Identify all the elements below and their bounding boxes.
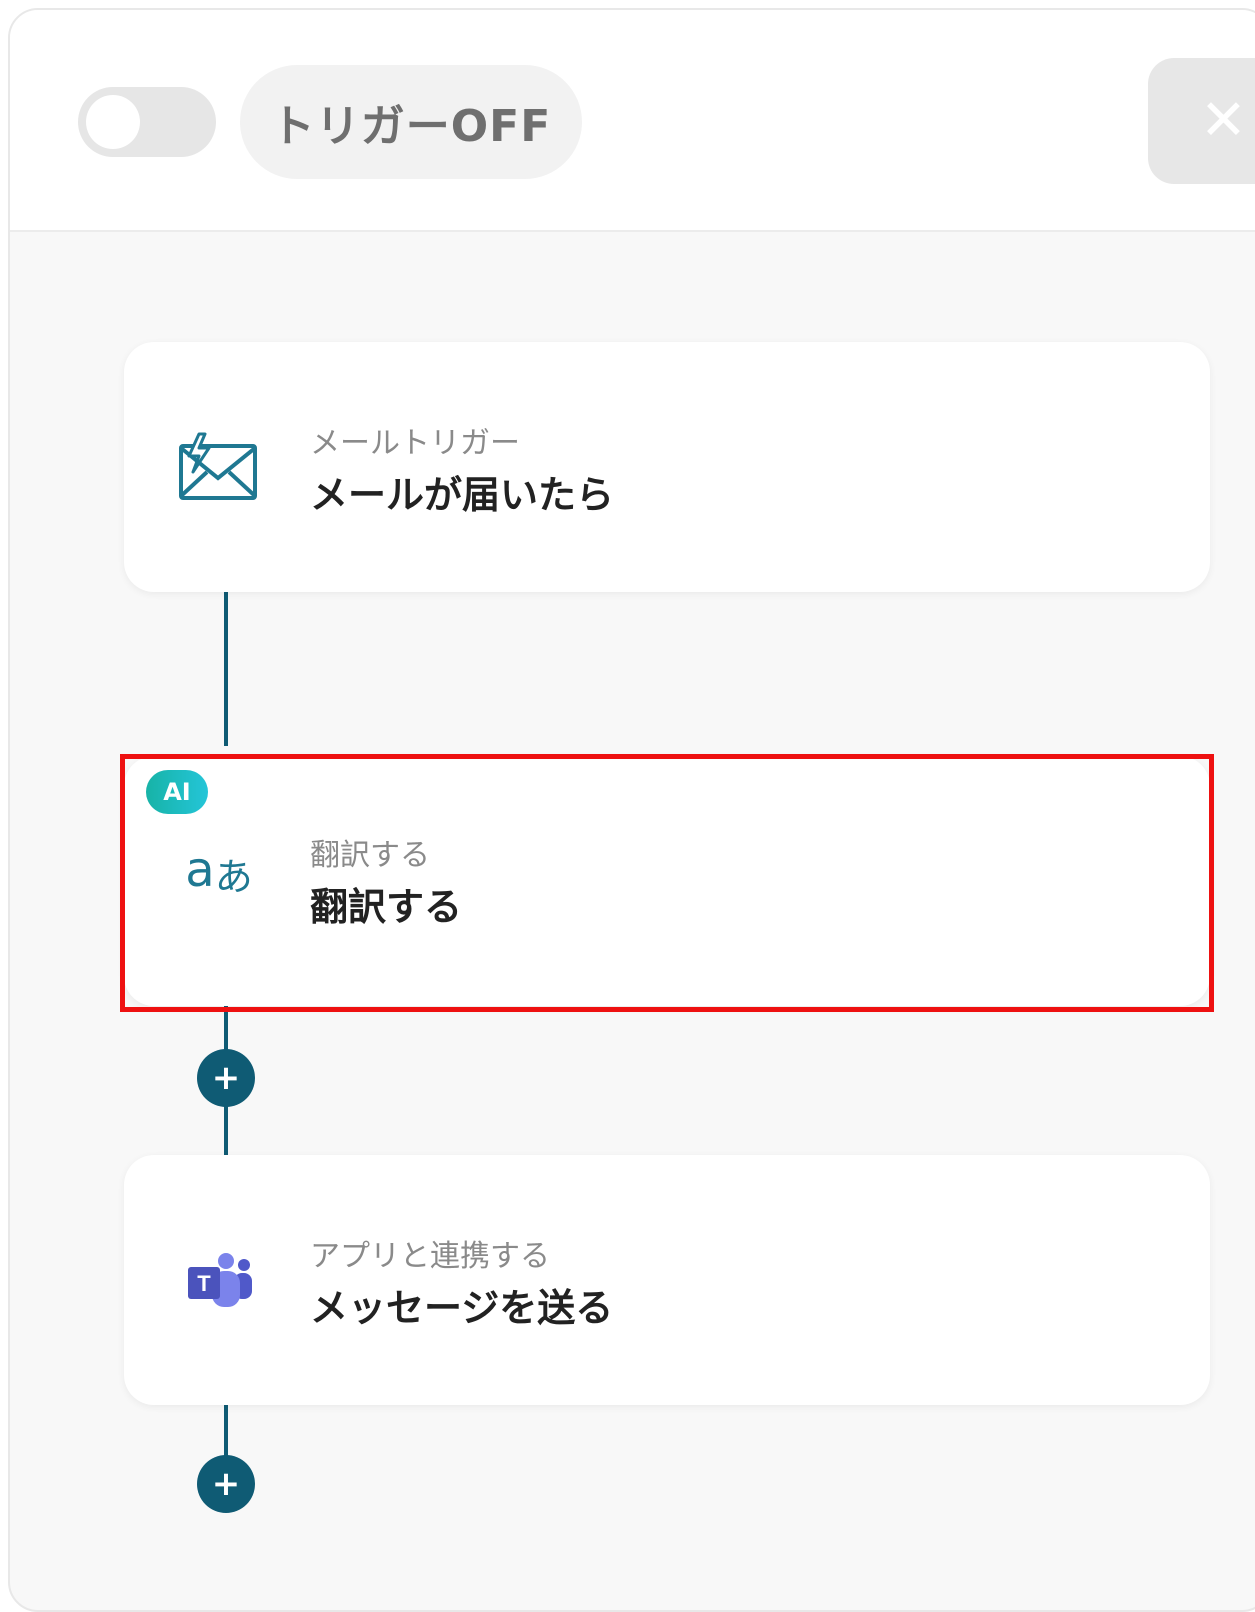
trigger-toggle[interactable] (78, 87, 216, 157)
step-label: 翻訳する (310, 838, 430, 873)
ai-badge: AI (146, 770, 208, 814)
add-step-button[interactable]: + (197, 1049, 255, 1107)
microsoft-teams-icon: T (174, 1243, 264, 1319)
svg-text:T: T (197, 1271, 211, 1296)
flow-step-send-message[interactable]: T アプリと連携する メッセージを送る (124, 1155, 1210, 1405)
step-title: メッセージを送る (310, 1286, 614, 1330)
plus-icon: + (211, 1464, 241, 1504)
flow-step-mail-trigger[interactable]: メールトリガー メールが届いたら (124, 342, 1210, 592)
trigger-status-badge: トリガーOFF (240, 65, 582, 179)
step-label: メールトリガー (310, 426, 520, 461)
add-step-button[interactable]: + (197, 1455, 255, 1513)
step-title: メールが届いたら (310, 473, 615, 517)
flow-connector (224, 592, 228, 746)
plus-icon: + (211, 1058, 241, 1098)
step-label: アプリと連携する (310, 1239, 550, 1274)
flow-editor-frame: トリガーOFF ✕ メールトリガー メールが届いたら AI aあ 翻訳する 翻訳… (8, 8, 1255, 1612)
translate-icon: aあ (185, 842, 253, 899)
close-icon: ✕ (1200, 88, 1247, 153)
flow-step-translate[interactable]: AI aあ 翻訳する 翻訳する (124, 756, 1210, 1006)
mail-trigger-icon (174, 430, 264, 506)
trigger-status-text: トリガーOFF (270, 101, 552, 152)
toggle-knob (86, 95, 140, 149)
step-title: 翻訳する (310, 885, 463, 929)
header-action-button[interactable]: ✕ (1148, 58, 1255, 184)
flow-header: トリガーOFF ✕ (10, 10, 1255, 232)
